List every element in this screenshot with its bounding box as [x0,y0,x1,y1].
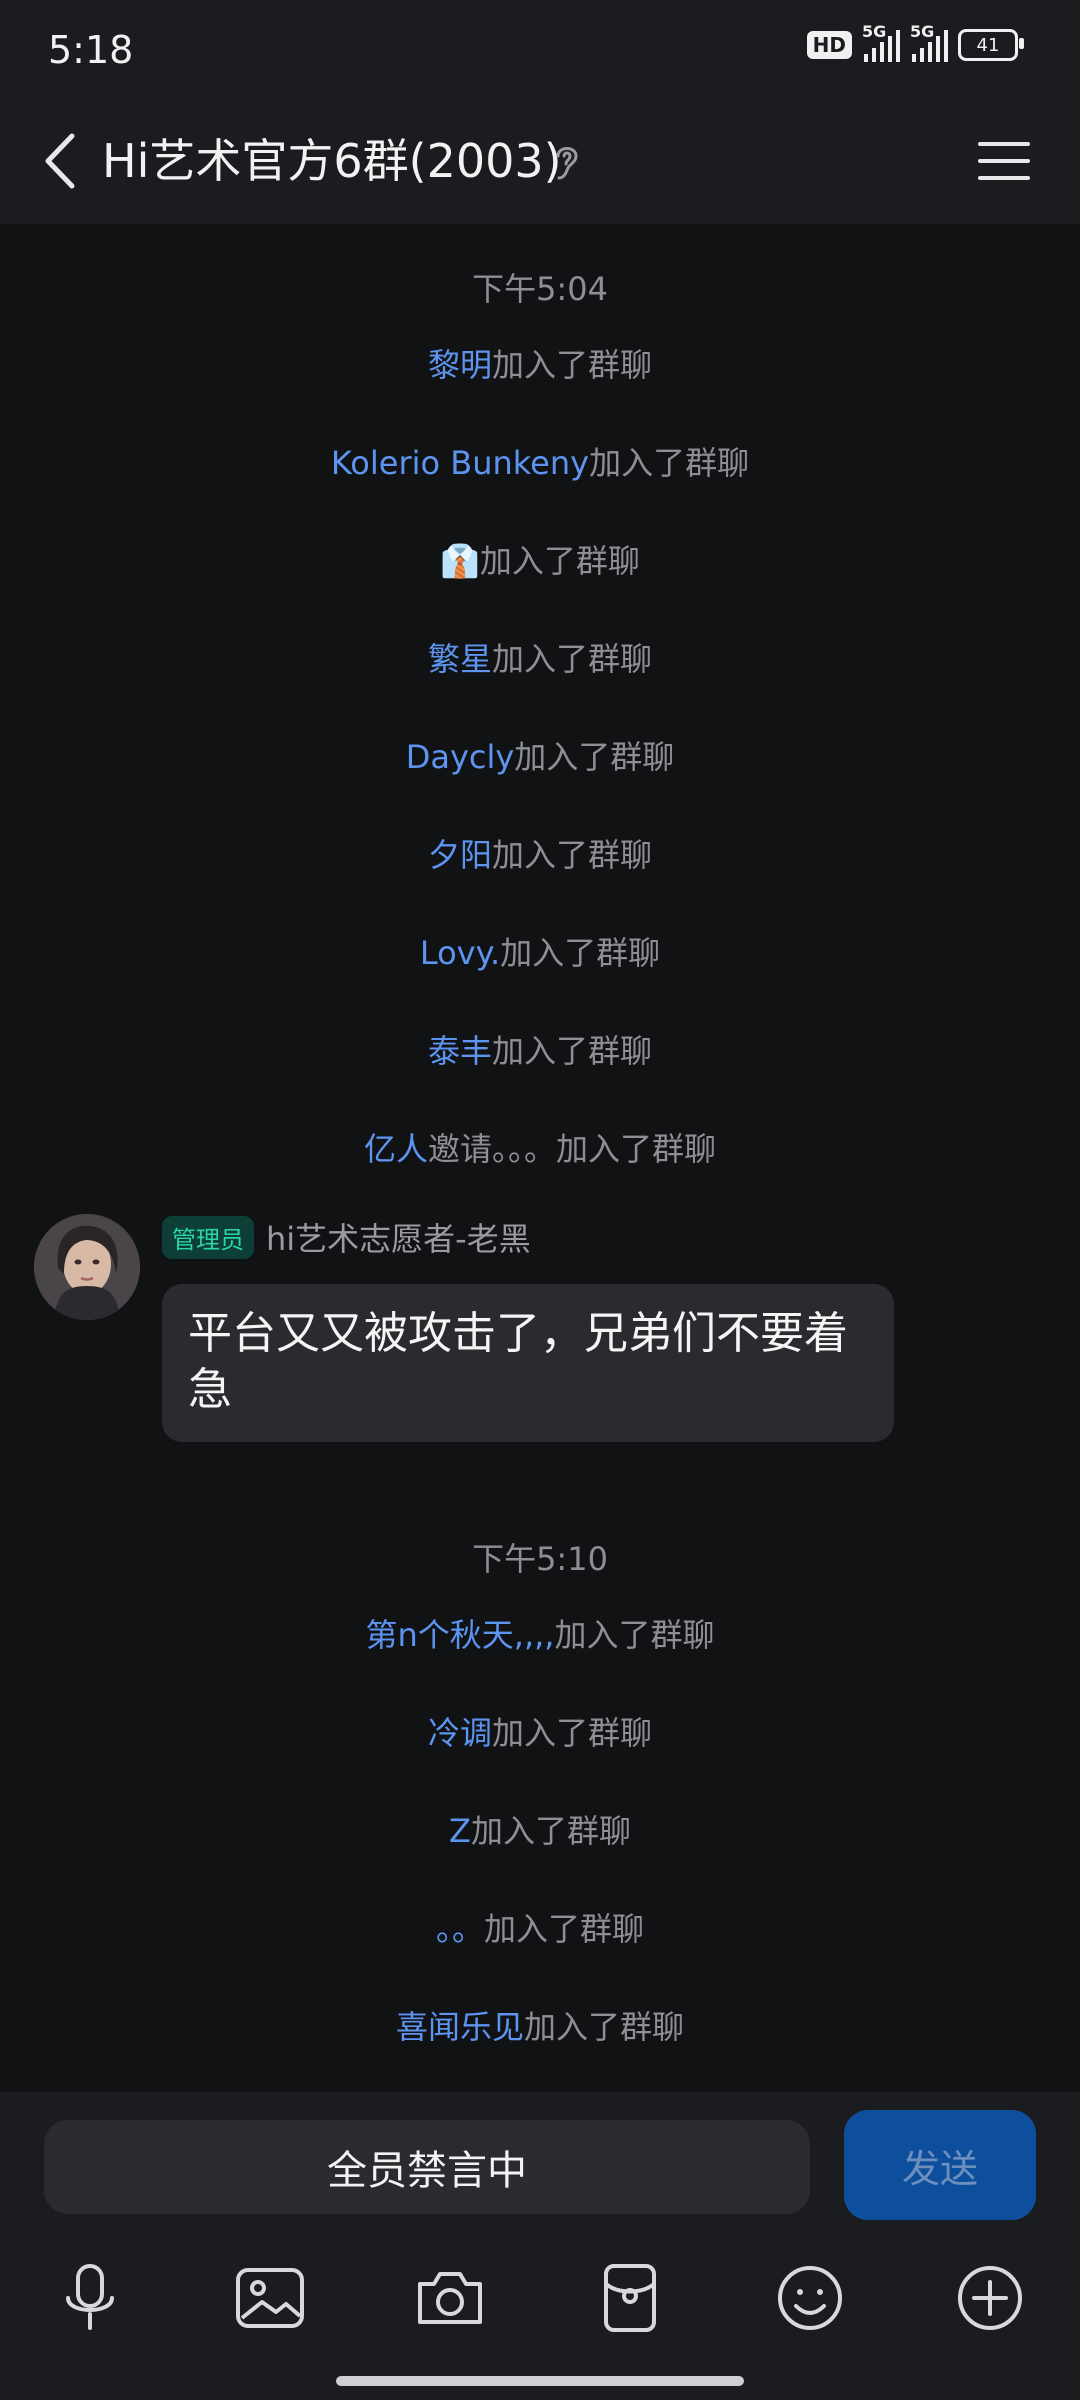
join-text: 加入了群聊 [589,444,750,482]
camera-icon[interactable] [410,2258,490,2338]
join-notice: Z加入了群聊 [0,1806,1080,1852]
red-packet-icon[interactable] [590,2258,670,2338]
image-icon[interactable] [230,2258,310,2338]
status-bar: 5:18 HD 5G 5G 41 [0,0,1080,100]
join-notice: 👔加入了群聊 [0,536,1080,582]
member-name[interactable]: Daycly [406,738,515,776]
join-text: 加入了群聊 [492,346,653,384]
invite-notice: 亿人邀请。。。加入了群聊 [0,1124,1080,1170]
join-text: 加入了群聊 [484,1910,645,1948]
join-text: 加入了群聊 [524,2008,685,2046]
member-name[interactable]: 泰丰 [428,1032,492,1070]
ear-icon[interactable] [550,140,584,184]
join-notice: 第n个秋天,,,,加入了群聊 [0,1610,1080,1656]
member-name[interactable]: 黎明 [428,346,492,384]
menu-icon[interactable] [976,138,1032,184]
join-notice: 冷调加入了群聊 [0,1708,1080,1754]
back-arrow-icon[interactable] [40,130,82,192]
send-button[interactable]: 发送 [844,2110,1036,2220]
home-indicator[interactable] [336,2376,744,2386]
join-notice: 泰丰加入了群聊 [0,1026,1080,1072]
input-toolbar [0,2222,1080,2400]
group-title[interactable]: Hi艺术官方6群(2003) [102,130,562,192]
join-notice: 繁星加入了群聊 [0,634,1080,680]
avatar[interactable] [34,1214,140,1320]
timestamp: 下午5:04 [472,270,608,308]
join-notice: 喜闻乐见加入了群聊 [0,2002,1080,2048]
timestamp: 下午5:10 [472,1540,608,1578]
muted-input[interactable]: 全员禁言中 [44,2120,810,2214]
composer: 全员禁言中 发送 [0,2092,1080,2222]
invite-text: 邀请。。。 [427,1130,556,1168]
join-text: 加入了群聊 [470,1812,631,1850]
status-time: 5:18 [48,28,134,72]
join-notice: 黎明加入了群聊 [0,340,1080,386]
signal-icon: 5G [862,22,900,62]
member-name[interactable]: 喜闻乐见 [396,2008,524,2046]
member-name[interactable]: 。。 [436,1910,484,1948]
join-notice: Kolerio Bunkeny加入了群聊 [0,438,1080,484]
message-bubble[interactable]: 平台又又被攻击了，兄弟们不要着急 [162,1284,894,1442]
join-notice: Daycly加入了群聊 [0,732,1080,778]
join-text: 加入了群聊 [514,738,675,776]
signal-icon-2: 5G [910,22,948,62]
join-text: 加入了群聊 [492,640,653,678]
member-name[interactable]: Lovy. [420,934,500,972]
join-text: 加入了群聊 [500,934,661,972]
member-name[interactable]: 冷调 [428,1714,492,1752]
plus-icon[interactable] [950,2258,1030,2338]
join-text: 加入了群聊 [556,1130,717,1168]
battery-icon: 41 [958,29,1024,61]
microphone-icon[interactable] [50,2258,130,2338]
join-text: 加入了群聊 [492,1714,653,1752]
avatar-image [34,1214,140,1320]
inviter-name[interactable]: 亿人 [364,1130,428,1168]
hd-icon: HD [806,31,852,59]
status-icons: HD 5G 5G 41 [806,22,1024,62]
join-text: 加入了群聊 [492,1032,653,1070]
join-text: 加入了群聊 [479,542,640,580]
member-name[interactable]: 第n个秋天,,,, [366,1616,555,1654]
message-item: 管理员 hi艺术志愿者-老黑 平台又又被攻击了，兄弟们不要着急 [34,1214,1034,1464]
join-notice: 夕阳加入了群聊 [0,830,1080,876]
chat-area[interactable]: 下午5:04 黎明加入了群聊 Kolerio Bunkeny加入了群聊 👔加入了… [0,224,1080,2090]
member-name[interactable]: Z [449,1812,471,1850]
chat-header: Hi艺术官方6群(2003) [0,100,1080,224]
member-name[interactable]: Kolerio Bunkeny [331,444,589,482]
join-notice: 。。加入了群聊 [0,1904,1080,1950]
sender-name[interactable]: hi艺术志愿者-老黑 [266,1214,531,1260]
member-name[interactable]: 繁星 [428,640,492,678]
member-name[interactable]: 👔 [440,542,480,580]
join-notice: Lovy.加入了群聊 [0,928,1080,974]
join-text: 加入了群聊 [554,1616,715,1654]
member-name[interactable]: 夕阳 [428,836,492,874]
emoji-icon[interactable] [770,2258,850,2338]
join-text: 加入了群聊 [492,836,653,874]
admin-badge: 管理员 [162,1216,254,1259]
